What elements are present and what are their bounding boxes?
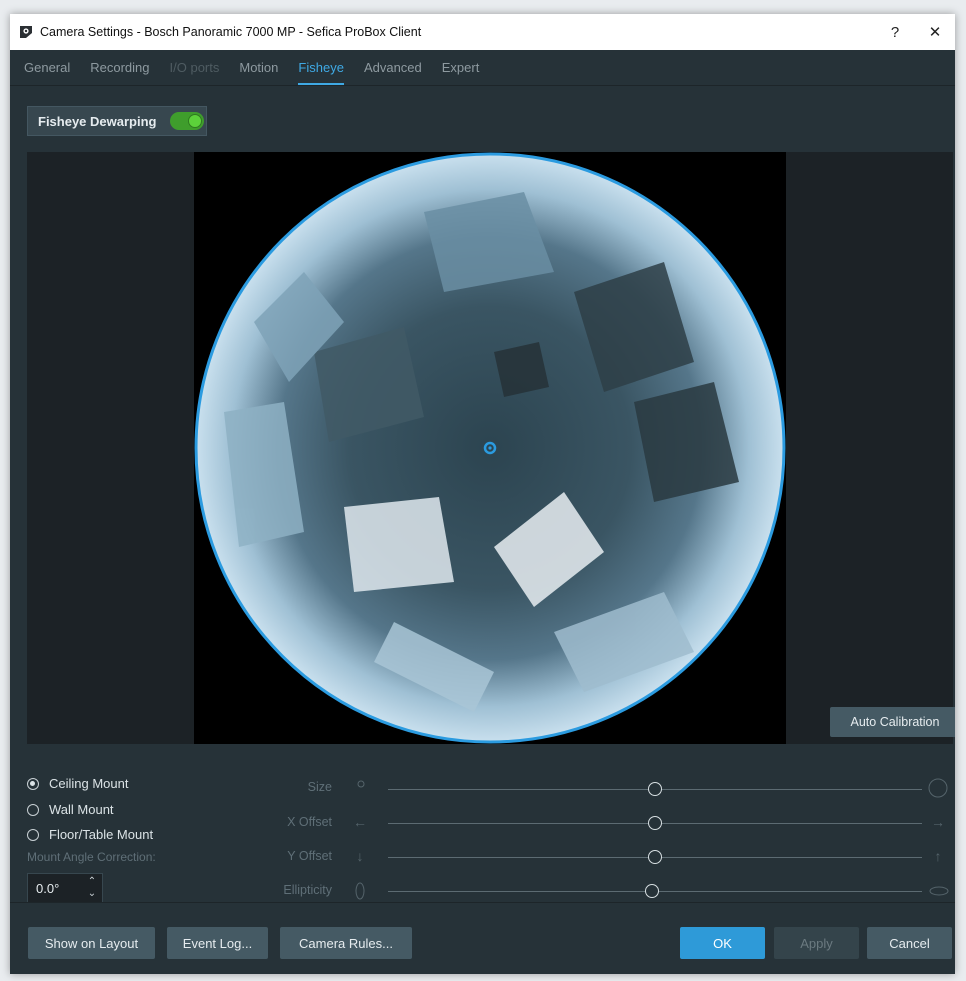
floor-table-mount-label: Floor/Table Mount	[49, 827, 154, 842]
small-circle-icon	[354, 780, 368, 788]
tab-advanced[interactable]: Advanced	[354, 50, 432, 85]
fisheye-dewarping-label: Fisheye Dewarping	[38, 113, 157, 129]
size-slider-track[interactable]	[388, 782, 922, 796]
mount-angle-correction-label: Mount Angle Correction:	[27, 850, 156, 864]
mount-angle-spinbox[interactable]: 0.0° ⌃ ⌄	[27, 873, 103, 903]
spin-arrows[interactable]: ⌃ ⌄	[86, 876, 98, 900]
radio-indicator	[27, 828, 39, 841]
ok-button[interactable]: OK	[680, 927, 765, 959]
wall-mount-label: Wall Mount	[49, 802, 114, 817]
fisheye-dewarping-toggle[interactable]: Fisheye Dewarping	[27, 106, 207, 136]
help-button[interactable]: ?	[875, 14, 915, 50]
size-slider-handle[interactable]	[648, 782, 662, 796]
large-circle-icon	[928, 778, 948, 798]
dialog-footer: Show on Layout Event Log... Camera Rules…	[10, 902, 955, 974]
radio-indicator	[27, 777, 39, 790]
tab-recording[interactable]: Recording	[80, 50, 159, 85]
camera-settings-window: Camera Settings - Bosch Panoramic 7000 M…	[10, 14, 955, 974]
floor-table-mount-radio[interactable]: Floor/Table Mount	[27, 827, 153, 842]
ceiling-mount-label: Ceiling Mount	[49, 776, 129, 791]
chevron-down-icon[interactable]: ⌄	[88, 888, 96, 900]
size-label: Size	[307, 780, 332, 794]
camera-image-area	[194, 152, 786, 744]
cancel-button[interactable]: Cancel	[867, 927, 952, 959]
title-bar: Camera Settings - Bosch Panoramic 7000 M…	[10, 14, 955, 50]
tab-motion[interactable]: Motion	[229, 50, 288, 85]
tab-general[interactable]: General	[14, 50, 80, 85]
y-offset-slider-handle[interactable]	[648, 850, 662, 864]
window-title: Camera Settings - Bosch Panoramic 7000 M…	[40, 25, 422, 39]
x-offset-slider-handle[interactable]	[648, 816, 662, 830]
show-on-layout-button[interactable]: Show on Layout	[28, 927, 155, 959]
vertical-ellipse-icon	[353, 881, 367, 901]
ellipticity-slider-track[interactable]	[388, 884, 922, 898]
arrow-left-icon: ←	[353, 814, 367, 830]
ellipticity-label: Ellipticity	[283, 883, 332, 897]
close-button[interactable]: ✕	[915, 14, 955, 50]
ceiling-mount-radio[interactable]: Ceiling Mount	[27, 776, 129, 791]
auto-calibration-button[interactable]: Auto Calibration	[830, 707, 955, 737]
tab-fisheye[interactable]: Fisheye	[288, 50, 354, 85]
x-offset-label: X Offset	[287, 815, 332, 829]
event-log-button[interactable]: Event Log...	[167, 927, 268, 959]
arrow-up-icon: ↑	[934, 848, 942, 864]
tab-io-ports: I/O ports	[169, 60, 220, 75]
x-offset-slider-track[interactable]	[388, 816, 922, 830]
arrow-down-icon: ↓	[356, 848, 364, 864]
y-offset-slider-track[interactable]	[388, 850, 922, 864]
camera-rules-button[interactable]: Camera Rules...	[280, 927, 412, 959]
radio-indicator	[27, 803, 39, 816]
chevron-up-icon[interactable]: ⌃	[88, 876, 96, 888]
fisheye-preview: Auto Calibration	[27, 152, 955, 744]
tab-bar: General Recording I/O ports Motion Fishe…	[10, 50, 955, 86]
toggle-switch[interactable]	[170, 112, 205, 130]
tab-expert[interactable]: Expert	[432, 50, 490, 85]
toggle-knob	[188, 114, 203, 128]
horizontal-ellipse-icon	[928, 885, 950, 897]
mount-angle-value: 0.0°	[36, 880, 60, 896]
ellipticity-slider-handle[interactable]	[645, 884, 660, 898]
fisheye-panel: Fisheye Dewarping Auto Calibration Ceili…	[10, 86, 955, 903]
wall-mount-radio[interactable]: Wall Mount	[27, 802, 114, 817]
fisheye-image	[194, 152, 786, 744]
camera-app-icon	[18, 24, 34, 40]
arrow-right-icon: →	[931, 814, 945, 830]
apply-button: Apply	[774, 927, 859, 959]
y-offset-label: Y Offset	[287, 849, 332, 863]
